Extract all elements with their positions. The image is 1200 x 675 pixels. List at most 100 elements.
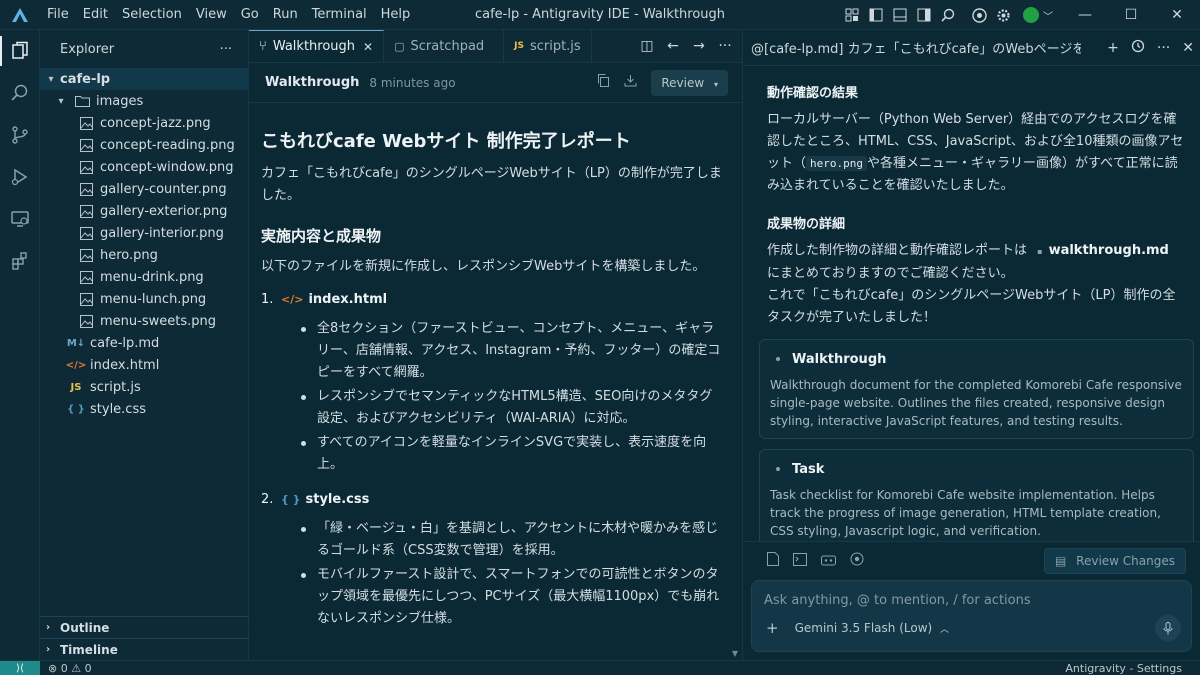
settings-gear-icon[interactable] xyxy=(994,6,1012,24)
file-item[interactable]: menu-sweets.png xyxy=(40,310,248,332)
menu-selection[interactable]: Selection xyxy=(115,0,189,30)
review-changes-button[interactable]: ▤ Review Changes xyxy=(1044,548,1186,574)
file-item[interactable]: menu-lunch.png xyxy=(40,288,248,310)
file-label: hero.png xyxy=(100,247,158,263)
timeline-section[interactable]: › Timeline xyxy=(40,638,249,660)
folder-root-label: cafe-lp xyxy=(60,71,111,87)
layout-customize-icon[interactable] xyxy=(843,6,861,24)
file-item[interactable]: gallery-counter.png xyxy=(40,178,248,200)
file-label: menu-lunch.png xyxy=(100,291,207,307)
detail-text-1: 作成した制作物の詳細と動作確認レポートは xyxy=(767,243,1032,258)
review-dropdown-button[interactable]: Review ▾ xyxy=(651,69,728,96)
file-item[interactable]: concept-window.png xyxy=(40,156,248,178)
run-debug-icon[interactable] xyxy=(0,156,40,198)
model-selector[interactable]: Gemini 3.5 Flash (Low) ︿ xyxy=(795,621,949,635)
close-tab-icon[interactable]: ✕ xyxy=(363,40,373,54)
review-changes-label: Review Changes xyxy=(1076,554,1175,568)
toggle-sidebar-icon[interactable] xyxy=(867,6,885,24)
explorer-icon[interactable] xyxy=(0,30,40,72)
microphone-icon[interactable] xyxy=(1155,615,1181,641)
list-item: すべてのアイコンを軽量なインラインSVGで実装し、表示速度を向上。 xyxy=(299,432,724,476)
new-conversation-icon[interactable]: + xyxy=(1107,40,1119,56)
antigravity-logo-icon[interactable] xyxy=(0,7,40,22)
file-item[interactable]: JS script.js xyxy=(40,376,248,398)
browser-agent-icon[interactable] xyxy=(821,553,836,570)
file-item[interactable]: { } style.css xyxy=(40,398,248,420)
menu-go[interactable]: Go xyxy=(234,0,266,30)
file-item[interactable]: menu-drink.png xyxy=(40,266,248,288)
file-icon: ▪ xyxy=(1037,247,1043,256)
globe-icon[interactable] xyxy=(850,552,864,570)
tab-scratchpad[interactable]: ▢ Scratchpad xyxy=(384,30,505,62)
minimize-button[interactable]: — xyxy=(1062,0,1108,30)
arrow-left-icon[interactable]: ← xyxy=(660,38,686,54)
add-context-button[interactable]: + xyxy=(766,619,779,637)
browser-icon[interactable] xyxy=(970,6,988,24)
menu-file[interactable]: File xyxy=(40,0,76,30)
detail-heading: 成果物の詳細 xyxy=(767,217,846,232)
history-icon[interactable] xyxy=(1131,39,1145,57)
artifact-card[interactable]: Task Task checklist for Komorebi Cafe web… xyxy=(759,449,1194,541)
chat-input-placeholder: Ask anything, @ to mention, / for action… xyxy=(764,593,1031,608)
scroll-down-arrow-icon[interactable]: ▼ xyxy=(732,649,738,658)
terminal-icon[interactable] xyxy=(793,552,807,570)
extensions-icon[interactable] xyxy=(0,240,40,282)
more-actions-icon[interactable]: ··· xyxy=(712,38,738,54)
toggle-secondary-sidebar-icon[interactable] xyxy=(915,6,933,24)
search-icon[interactable] xyxy=(939,6,957,24)
menu-run[interactable]: Run xyxy=(266,0,305,30)
completion-paragraph: これで「こもれびcafe」のシングルページWebサイト（LP）制作の全タスクが完… xyxy=(767,288,1176,325)
settings-status[interactable]: Antigravity - Settings xyxy=(1065,662,1182,675)
split-editor-icon[interactable]: ◫ xyxy=(634,38,660,54)
file-item[interactable]: gallery-interior.png xyxy=(40,222,248,244)
copy-icon[interactable] xyxy=(597,74,610,91)
arrow-right-icon[interactable]: → xyxy=(686,38,712,54)
source-control-icon[interactable] xyxy=(0,114,40,156)
outline-section[interactable]: › Outline xyxy=(40,616,249,638)
file-icon[interactable] xyxy=(767,552,779,570)
menu-terminal[interactable]: Terminal xyxy=(305,0,374,30)
account-avatar[interactable]: ﹀ xyxy=(1023,6,1053,24)
file-link[interactable]: walkthrough.md xyxy=(1049,243,1169,258)
search-icon[interactable] xyxy=(0,72,40,114)
maximize-button[interactable]: ☐ xyxy=(1108,0,1154,30)
remote-indicator-icon[interactable]: ⟩⟨ xyxy=(0,660,40,675)
agent-panel: @[cafe-lp.md] カフェ「こもれびcafe」のWebページをf + ·… xyxy=(743,30,1200,660)
chat-transcript: 動作確認の結果 ローカルサーバー（Python Web Server）経由でのア… xyxy=(743,66,1200,542)
folder-root[interactable]: ▾ cafe-lp xyxy=(40,68,248,90)
menu-view[interactable]: View xyxy=(189,0,234,30)
artifact-card[interactable]: Walkthrough Walkthrough document for the … xyxy=(759,339,1194,439)
close-window-button[interactable]: ✕ xyxy=(1154,0,1200,30)
problems-status[interactable]: ⊗ 0 ⚠ 0 xyxy=(48,662,92,675)
file-label: cafe-lp.md xyxy=(90,335,160,351)
file-item[interactable]: concept-reading.png xyxy=(40,134,248,156)
file-item[interactable]: gallery-exterior.png xyxy=(40,200,248,222)
tab-walkthrough[interactable]: ⑂ Walkthrough ✕ xyxy=(249,30,385,62)
menu-help[interactable]: Help xyxy=(374,0,418,30)
file-item[interactable]: concept-jazz.png xyxy=(40,112,248,134)
more-actions-button[interactable]: ··· xyxy=(220,42,232,57)
download-icon[interactable] xyxy=(624,74,637,91)
report-intro: カフェ「こもれびcafe」のシングルページWebサイト（LP）の制作が完了しまし… xyxy=(261,166,722,203)
result-paragraph: ローカルサーバー（Python Web Server）経由でのアクセスログを確認… xyxy=(767,109,1184,197)
file-item[interactable]: </> index.html xyxy=(40,354,248,376)
tab-script-js[interactable]: JS script.js xyxy=(504,30,592,62)
conversation-title[interactable]: @[cafe-lp.md] カフェ「こもれびcafe」のWebページをf xyxy=(751,38,1081,57)
file-label: gallery-counter.png xyxy=(100,181,227,197)
file-label: concept-reading.png xyxy=(100,137,235,153)
toggle-panel-icon[interactable] xyxy=(891,6,909,24)
tab-label: Scratchpad xyxy=(410,38,485,54)
folder-images[interactable]: ▾ images xyxy=(40,90,248,112)
file-item[interactable]: hero.png xyxy=(40,244,248,266)
menu-edit[interactable]: Edit xyxy=(76,0,115,30)
file-label: index.html xyxy=(90,357,160,373)
file-item[interactable]: M↓ cafe-lp.md xyxy=(40,332,248,354)
remote-explorer-icon[interactable] xyxy=(0,198,40,240)
chat-input[interactable]: Ask anything, @ to mention, / for action… xyxy=(751,580,1192,652)
file-section-title: index.html xyxy=(308,291,388,307)
more-actions-icon[interactable]: ··· xyxy=(1157,40,1170,56)
file-label: style.css xyxy=(90,401,146,417)
artifact-icon xyxy=(776,357,780,361)
scratchpad-tab-icon: ▢ xyxy=(394,39,405,53)
close-panel-icon[interactable]: ✕ xyxy=(1182,40,1194,56)
